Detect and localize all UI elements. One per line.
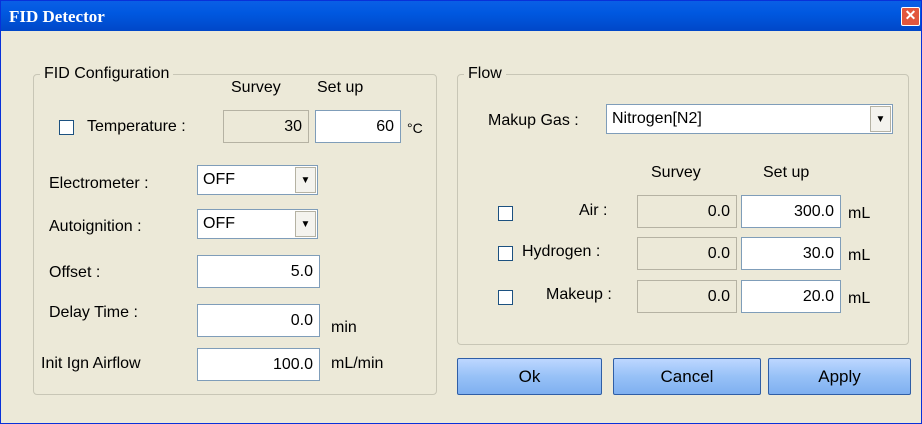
electrometer-label: Electrometer : xyxy=(49,175,149,192)
temperature-unit: °C xyxy=(407,120,423,136)
hydrogen-survey-field: 0.0 xyxy=(637,237,737,270)
init-ign-airflow-field[interactable]: 100.0 xyxy=(197,348,320,381)
makeup-gas-select[interactable]: Nitrogen[N2] ▼ xyxy=(606,104,893,134)
temperature-survey-field: 30 xyxy=(223,110,309,143)
makeup-unit: mL xyxy=(848,290,871,307)
flow-survey-header: Survey xyxy=(651,164,701,181)
delay-time-field[interactable]: 0.0 xyxy=(197,304,320,337)
window-title: FID Detector xyxy=(9,7,105,26)
air-checkbox[interactable] xyxy=(498,206,513,221)
makeup-gas-value: Nitrogen[N2] xyxy=(612,110,702,127)
makeup-gas-label: Makup Gas : xyxy=(488,112,579,129)
electrometer-value: OFF xyxy=(203,171,235,188)
makeup-checkbox[interactable] xyxy=(498,290,513,305)
temperature-setup-field[interactable]: 60 xyxy=(315,110,401,143)
air-setup-field[interactable]: 300.0 xyxy=(741,195,841,228)
delay-time-label: Delay Time : xyxy=(49,304,138,321)
autoignition-value: OFF xyxy=(203,215,235,232)
fid-detector-dialog: FID Detector ✕ FID Configuration Survey … xyxy=(0,0,922,424)
makeup-setup-field[interactable]: 20.0 xyxy=(741,280,841,313)
apply-button[interactable]: Apply xyxy=(768,358,911,395)
fid-configuration-legend: FID Configuration xyxy=(44,65,170,82)
flow-setup-header: Set up xyxy=(763,164,810,181)
autoignition-select[interactable]: OFF ▼ xyxy=(197,209,318,239)
makeup-label: Makeup : xyxy=(546,286,612,303)
offset-field[interactable]: 5.0 xyxy=(197,255,320,288)
chevron-down-icon[interactable]: ▼ xyxy=(295,167,316,193)
hydrogen-label: Hydrogen : xyxy=(522,243,601,260)
hydrogen-setup-field[interactable]: 30.0 xyxy=(741,237,841,270)
delay-time-unit: min xyxy=(331,319,357,336)
close-icon[interactable]: ✕ xyxy=(901,7,920,26)
init-ign-airflow-label: Init Ign Airflow xyxy=(41,355,141,372)
hydrogen-unit: mL xyxy=(848,247,871,264)
init-ign-airflow-unit: mL/min xyxy=(331,355,384,372)
chevron-down-icon[interactable]: ▼ xyxy=(870,106,891,132)
temperature-label: Temperature : xyxy=(87,118,186,135)
ok-button[interactable]: Ok xyxy=(457,358,602,395)
offset-label: Offset : xyxy=(49,264,101,281)
config-setup-header: Set up xyxy=(317,79,364,96)
chevron-down-icon[interactable]: ▼ xyxy=(295,211,316,237)
hydrogen-checkbox[interactable] xyxy=(498,246,513,261)
air-label: Air : xyxy=(579,202,608,219)
title-bar: FID Detector ✕ xyxy=(1,1,921,31)
cancel-button[interactable]: Cancel xyxy=(613,358,761,395)
air-unit: mL xyxy=(848,205,871,222)
autoignition-label: Autoignition : xyxy=(49,218,142,235)
config-survey-header: Survey xyxy=(231,79,281,96)
electrometer-select[interactable]: OFF ▼ xyxy=(197,165,318,195)
flow-legend: Flow xyxy=(468,65,502,82)
air-survey-field: 0.0 xyxy=(637,195,737,228)
makeup-survey-field: 0.0 xyxy=(637,280,737,313)
temperature-checkbox[interactable] xyxy=(59,120,74,135)
